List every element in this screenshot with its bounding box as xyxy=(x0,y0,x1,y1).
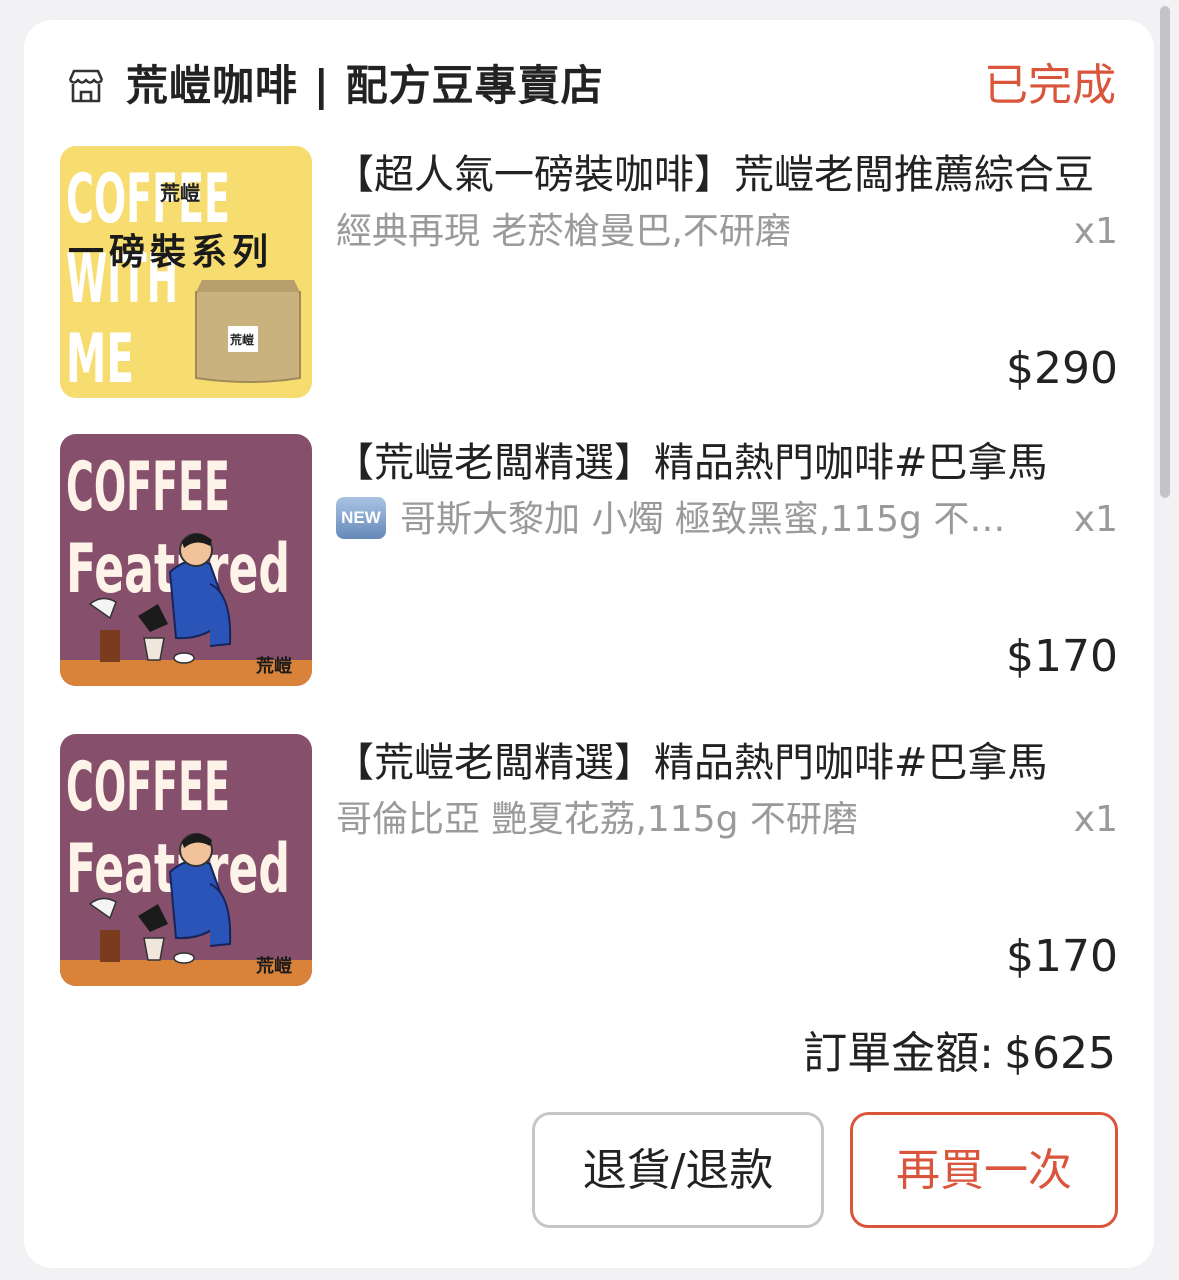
thumbnail-text-line3: ME xyxy=(66,320,134,398)
buy-again-button[interactable]: 再買一次 xyxy=(850,1112,1118,1228)
item-variant: 經典再現 老菸槍曼巴,不研磨 xyxy=(336,211,791,252)
shop-name[interactable]: 荒嵦咖啡 | 配方豆專賣店 xyxy=(126,56,604,116)
store-icon xyxy=(66,66,106,106)
item-quantity: x1 xyxy=(1073,499,1118,540)
item-title[interactable]: 【荒嵦老闆精選】精品熱門咖啡#巴拿馬 xyxy=(334,734,1104,792)
thumbnail-logo: 荒嵦 xyxy=(160,181,200,205)
order-total-label: 訂單金額: xyxy=(803,1028,995,1079)
scrollbar[interactable] xyxy=(1160,6,1170,498)
product-thumbnail[interactable]: COFFEE Featured 荒嵦 xyxy=(60,734,312,986)
item-quantity: x1 xyxy=(1073,211,1118,252)
item-variant: 哥倫比亞 艷夏花荔,115g 不研磨 xyxy=(336,799,858,840)
order-item[interactable]: COFFEE Featured 荒嵦 【荒嵦老闆精選】精品熱門咖啡#巴拿馬 NE… xyxy=(60,434,1118,690)
new-badge: NEW xyxy=(336,497,386,539)
thumbnail-text-line1: COFFEE xyxy=(66,160,230,239)
item-price: $290 xyxy=(1006,343,1118,394)
order-item[interactable]: COFFEE Featured 荒嵦 【荒嵦老闆精選】精品熱門咖啡#巴拿馬 哥倫… xyxy=(60,734,1118,990)
thumbnail-banner: 一磅裝系列 xyxy=(68,232,273,273)
item-variant-text: 哥斯大黎加 小燭 極致黑蜜,115g 不研磨 xyxy=(400,499,1016,540)
order-card: 荒嵦咖啡 | 配方豆專賣店 已完成 COFFEE WITH ME 荒嵦 一磅裝系… xyxy=(24,20,1154,1268)
order-header[interactable]: 荒嵦咖啡 | 配方豆專賣店 已完成 xyxy=(66,56,1116,116)
item-quantity: x1 xyxy=(1073,799,1118,840)
item-title[interactable]: 【超人氣一磅裝咖啡】荒嵦老闆推薦綜合豆 xyxy=(334,146,1104,204)
order-total-amount: $625 xyxy=(1004,1028,1116,1079)
product-thumbnail[interactable]: COFFEE Featured 荒嵦 xyxy=(60,434,312,686)
order-total: 訂單金額: $625 xyxy=(803,1024,1116,1084)
item-price: $170 xyxy=(1006,931,1118,982)
order-item[interactable]: COFFEE WITH ME 荒嵦 一磅裝系列 荒嵦 【超人氣一磅裝咖啡】荒嵦老… xyxy=(60,146,1118,402)
item-variant: NEW 哥斯大黎加 小燭 極致黑蜜,115g 不研磨 xyxy=(336,494,1016,546)
thumbnail-logo: 荒嵦 xyxy=(255,955,292,977)
thumbnail-text-line1: COFFEE xyxy=(66,448,230,527)
item-price: $170 xyxy=(1006,631,1118,682)
thumbnail-text-line1: COFFEE xyxy=(66,748,230,827)
bag-logo: 荒嵦 xyxy=(229,332,254,347)
refund-button[interactable]: 退貨/退款 xyxy=(532,1112,824,1228)
order-status: 已完成 xyxy=(984,60,1116,111)
product-thumbnail[interactable]: COFFEE WITH ME 荒嵦 一磅裝系列 荒嵦 xyxy=(60,146,312,398)
item-title[interactable]: 【荒嵦老闆精選】精品熱門咖啡#巴拿馬 xyxy=(334,434,1104,492)
thumbnail-logo: 荒嵦 xyxy=(255,655,292,677)
